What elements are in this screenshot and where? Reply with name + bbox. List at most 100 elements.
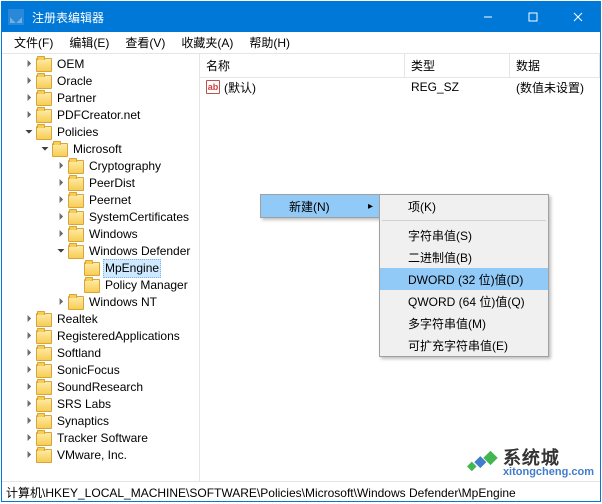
tree-node[interactable]: ⏵OEM — [2, 56, 199, 73]
menu-help[interactable]: 帮助(H) — [241, 32, 298, 53]
folder-icon — [36, 92, 52, 106]
expand-icon[interactable]: ⏵ — [54, 175, 68, 192]
context-menu: 新建(N) ▸ 项(K) 字符串值(S) 二进制值(B) DWORD (32 位… — [260, 194, 380, 218]
expand-icon[interactable]: ⏵ — [54, 209, 68, 226]
tree-node[interactable]: ⏵RegisteredApplications — [2, 328, 199, 345]
status-path: 计算机\HKEY_LOCAL_MACHINE\SOFTWARE\Policies… — [6, 486, 516, 500]
tree-node[interactable]: ⏵ Synaptics — [2, 413, 199, 430]
tree-node[interactable]: ⏵SRS Labs — [2, 396, 199, 413]
expand-icon[interactable]: ⏵ — [22, 73, 36, 90]
tree-pane[interactable]: ⏵OEM⏵Oracle⏵Partner⏵PDFCreator.net⏷Polic… — [2, 54, 200, 481]
tree-node[interactable]: Policy Manager — [2, 277, 199, 294]
collapse-icon[interactable]: ⏷ — [22, 124, 36, 141]
cell-type: REG_SZ — [405, 79, 510, 95]
ctx-new-binary[interactable]: 二进制值(B) — [380, 246, 548, 268]
folder-icon — [68, 296, 84, 310]
expand-icon[interactable]: ⏵ — [22, 430, 36, 447]
tree-node[interactable]: ⏷ Microsoft — [2, 141, 199, 158]
col-type[interactable]: 类型 — [405, 54, 510, 77]
tree-node[interactable]: ⏷Windows Defender — [2, 243, 199, 260]
menu-favorites[interactable]: 收藏夹(A) — [173, 32, 241, 53]
ctx-new-multi[interactable]: 多字符串值(M) — [380, 312, 548, 334]
tree-node-label: Peernet — [87, 192, 133, 209]
tree-node[interactable]: ⏵SonicFocus — [2, 362, 199, 379]
expand-icon[interactable]: ⏵ — [22, 413, 36, 430]
collapse-icon[interactable]: ⏷ — [54, 243, 68, 260]
tree-node-label: PDFCreator.net — [55, 107, 142, 124]
minimize-button[interactable] — [465, 2, 510, 32]
tree-node[interactable]: ⏵Cryptography — [2, 158, 199, 175]
menu-view[interactable]: 查看(V) — [117, 32, 173, 53]
tree-node[interactable]: MpEngine — [2, 260, 199, 277]
expand-icon[interactable]: ⏵ — [22, 447, 36, 464]
tree-node[interactable]: ⏵ PeerDist — [2, 175, 199, 192]
folder-icon — [36, 313, 52, 327]
folder-icon — [68, 194, 84, 208]
folder-icon — [36, 126, 52, 140]
expand-icon[interactable]: ⏵ — [22, 362, 36, 379]
tree-node[interactable]: ⏵ Windows — [2, 226, 199, 243]
tree-node[interactable]: ⏵ VMware, Inc. — [2, 447, 199, 464]
tree-node-label: Microsoft — [71, 141, 124, 158]
tree-node-label: Tracker Software — [55, 430, 150, 447]
tree-node[interactable]: ⏵Windows NT — [2, 294, 199, 311]
expand-icon[interactable]: ⏵ — [54, 192, 68, 209]
tree-node[interactable]: ⏵Realtek — [2, 311, 199, 328]
expand-icon[interactable]: ⏵ — [22, 311, 36, 328]
maximize-button[interactable] — [510, 2, 555, 32]
expand-icon[interactable]: ⏵ — [54, 158, 68, 175]
tree-node[interactable]: ⏵SoundResearch — [2, 379, 199, 396]
ctx-new-key[interactable]: 项(K) — [380, 195, 548, 217]
expand-icon[interactable]: ⏵ — [22, 328, 36, 345]
ctx-new-dword[interactable]: DWORD (32 位)值(D) — [380, 268, 548, 290]
folder-icon — [36, 398, 52, 412]
window-title: 注册表编辑器 — [30, 9, 465, 26]
menu-edit[interactable]: 编辑(E) — [61, 32, 117, 53]
menu-file[interactable]: 文件(F) — [6, 32, 61, 53]
expand-icon[interactable]: ⏵ — [54, 226, 68, 243]
tree-node[interactable]: ⏵ Peernet — [2, 192, 199, 209]
folder-icon — [68, 228, 84, 242]
tree-node-label: VMware, Inc. — [55, 447, 129, 464]
ctx-new-expand[interactable]: 可扩充字符串值(E) — [380, 334, 548, 356]
tree-node-label: Synaptics — [55, 413, 111, 430]
body: ⏵OEM⏵Oracle⏵Partner⏵PDFCreator.net⏷Polic… — [2, 54, 600, 481]
list-row[interactable]: ab (默认) REG_SZ (数值未设置) — [200, 78, 600, 96]
folder-icon — [36, 432, 52, 446]
ctx-new-qword[interactable]: QWORD (64 位)值(Q) — [380, 290, 548, 312]
folder-icon — [36, 58, 52, 72]
tree-node-label: Windows — [87, 226, 140, 243]
tree-node-label: Partner — [55, 90, 98, 107]
menubar: 文件(F) 编辑(E) 查看(V) 收藏夹(A) 帮助(H) — [2, 32, 600, 54]
expand-icon[interactable]: ⏵ — [22, 379, 36, 396]
expand-icon[interactable]: ⏵ — [22, 56, 36, 73]
tree-node[interactable]: ⏵SystemCertificates — [2, 209, 199, 226]
tree-node[interactable]: ⏵ PDFCreator.net — [2, 107, 199, 124]
expand-icon[interactable]: ⏵ — [54, 294, 68, 311]
expand-icon[interactable]: ⏵ — [22, 107, 36, 124]
col-data[interactable]: 数据 — [510, 54, 600, 77]
ctx-new-label: 新建(N) — [289, 198, 330, 215]
tree-node[interactable]: ⏵Softland — [2, 345, 199, 362]
tree-node[interactable]: ⏵ Tracker Software — [2, 430, 199, 447]
collapse-icon[interactable]: ⏷ — [38, 141, 52, 158]
expand-icon[interactable]: ⏵ — [22, 396, 36, 413]
folder-icon — [68, 177, 84, 191]
titlebar[interactable]: 注册表编辑器 — [2, 2, 600, 32]
ctx-new-string[interactable]: 字符串值(S) — [380, 224, 548, 246]
window-controls — [465, 2, 600, 32]
list-pane[interactable]: 名称 类型 数据 ab (默认) REG_SZ (数值未设置) 新建(N) ▸ … — [200, 54, 600, 481]
expand-icon[interactable]: ⏵ — [22, 345, 36, 362]
folder-icon — [36, 347, 52, 361]
folder-icon — [84, 279, 100, 293]
close-button[interactable] — [555, 2, 600, 32]
ctx-new[interactable]: 新建(N) ▸ 项(K) 字符串值(S) 二进制值(B) DWORD (32 位… — [261, 195, 379, 217]
tree-node[interactable]: ⏵Oracle — [2, 73, 199, 90]
tree-node[interactable]: ⏷Policies — [2, 124, 199, 141]
statusbar: 计算机\HKEY_LOCAL_MACHINE\SOFTWARE\Policies… — [2, 481, 600, 501]
tree-node-label: Policy Manager — [103, 277, 190, 294]
tree-node-label: PeerDist — [87, 175, 137, 192]
tree-node[interactable]: ⏵ Partner — [2, 90, 199, 107]
expand-icon[interactable]: ⏵ — [22, 90, 36, 107]
col-name[interactable]: 名称 — [200, 54, 405, 77]
